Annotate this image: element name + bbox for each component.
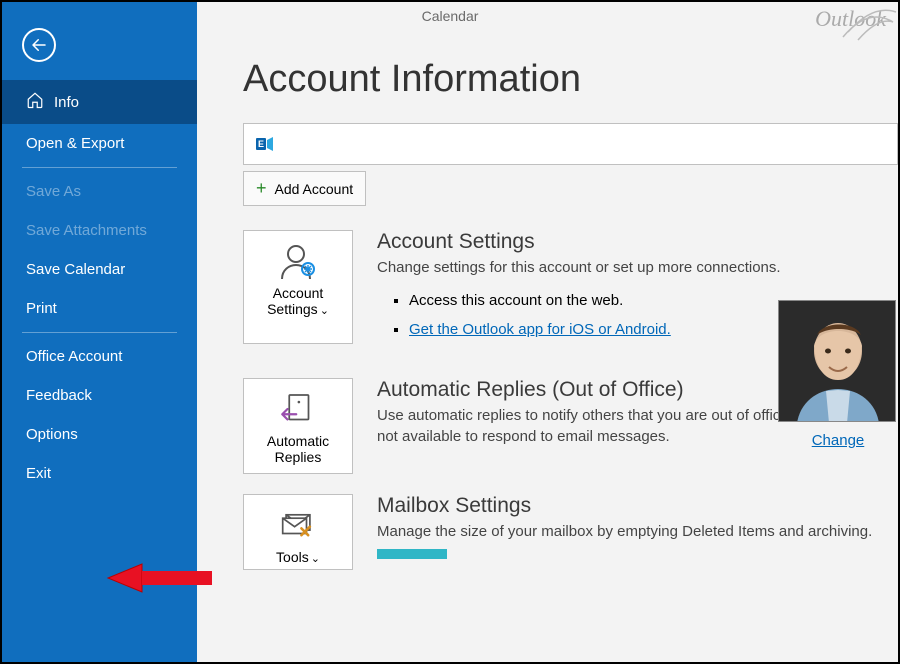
chevron-down-icon: ⌄ [311, 553, 320, 565]
sidebar-item-label: Feedback [26, 387, 92, 404]
home-icon [26, 91, 44, 113]
sidebar-item-label: Print [26, 300, 57, 317]
add-account-button[interactable]: + Add Account [243, 171, 366, 206]
sidebar-item-label: Save Attachments [26, 222, 147, 239]
arrow-left-icon [30, 36, 48, 54]
add-account-label: Add Account [275, 181, 354, 197]
automatic-replies-icon [274, 389, 322, 429]
sidebar-item-feedback[interactable]: Feedback [2, 376, 197, 415]
plus-icon: + [256, 178, 267, 199]
sidebar-item-office-account[interactable]: Office Account [2, 337, 197, 376]
section-mailbox-settings: Tools⌄ Mailbox Settings Manage the size … [243, 494, 898, 570]
svg-text:E: E [258, 139, 264, 149]
tools-button[interactable]: Tools⌄ [243, 494, 353, 570]
divider [22, 332, 177, 333]
sidebar-item-label: Save Calendar [26, 261, 125, 278]
divider [22, 167, 177, 168]
button-label: Automatic Replies [250, 433, 346, 465]
sidebar-item-label: Save As [26, 183, 81, 200]
sidebar-item-label: Info [54, 94, 79, 111]
page-title: Account Information [243, 58, 898, 101]
sidebar-item-save-calendar[interactable]: Save Calendar [2, 250, 197, 289]
back-button[interactable] [22, 28, 56, 62]
sidebar-item-save-attachments: Save Attachments [2, 211, 197, 250]
automatic-replies-button[interactable]: Automatic Replies [243, 378, 353, 474]
sidebar-item-options[interactable]: Options [2, 415, 197, 454]
section-title: Account Settings [377, 230, 898, 254]
context-title: Calendar [422, 8, 479, 24]
sidebar-item-info[interactable]: Info [2, 80, 197, 124]
sidebar-item-open-export[interactable]: Open & Export [2, 124, 197, 163]
chevron-down-icon: ⌄ [320, 305, 329, 317]
section-desc: Manage the size of your mailbox by empty… [377, 522, 898, 542]
section-title: Mailbox Settings [377, 494, 898, 518]
button-label: Tools [276, 549, 309, 565]
exchange-icon: E [254, 132, 278, 156]
content-pane: Account Information E + Add Account Acco… [197, 32, 898, 662]
profile-photo-area: Change [778, 300, 898, 450]
account-settings-button[interactable]: Account Settings⌄ [243, 230, 353, 344]
sidebar-item-print[interactable]: Print [2, 289, 197, 328]
tools-icon [274, 505, 322, 545]
change-photo-link[interactable]: Change [812, 432, 865, 449]
sidebar-item-label: Options [26, 426, 78, 443]
account-selector[interactable]: E [243, 123, 898, 165]
sidebar-item-label: Open & Export [26, 135, 124, 152]
sidebar-item-exit[interactable]: Exit [2, 454, 197, 493]
sidebar-item-save-as: Save As [2, 172, 197, 211]
avatar [778, 300, 896, 422]
sidebar-item-label: Office Account [26, 348, 122, 365]
sidebar-item-label: Exit [26, 465, 51, 482]
section-desc: Change settings for this account or set … [377, 258, 898, 278]
file-sidebar: Info Open & Export Save As Save Attachme… [2, 2, 197, 662]
outlook-app-link[interactable]: Get the Outlook app for iOS or Android. [409, 321, 671, 338]
mailbox-usage-bar [377, 549, 447, 559]
account-settings-icon [274, 241, 322, 281]
button-label: Account Settings [267, 285, 323, 317]
